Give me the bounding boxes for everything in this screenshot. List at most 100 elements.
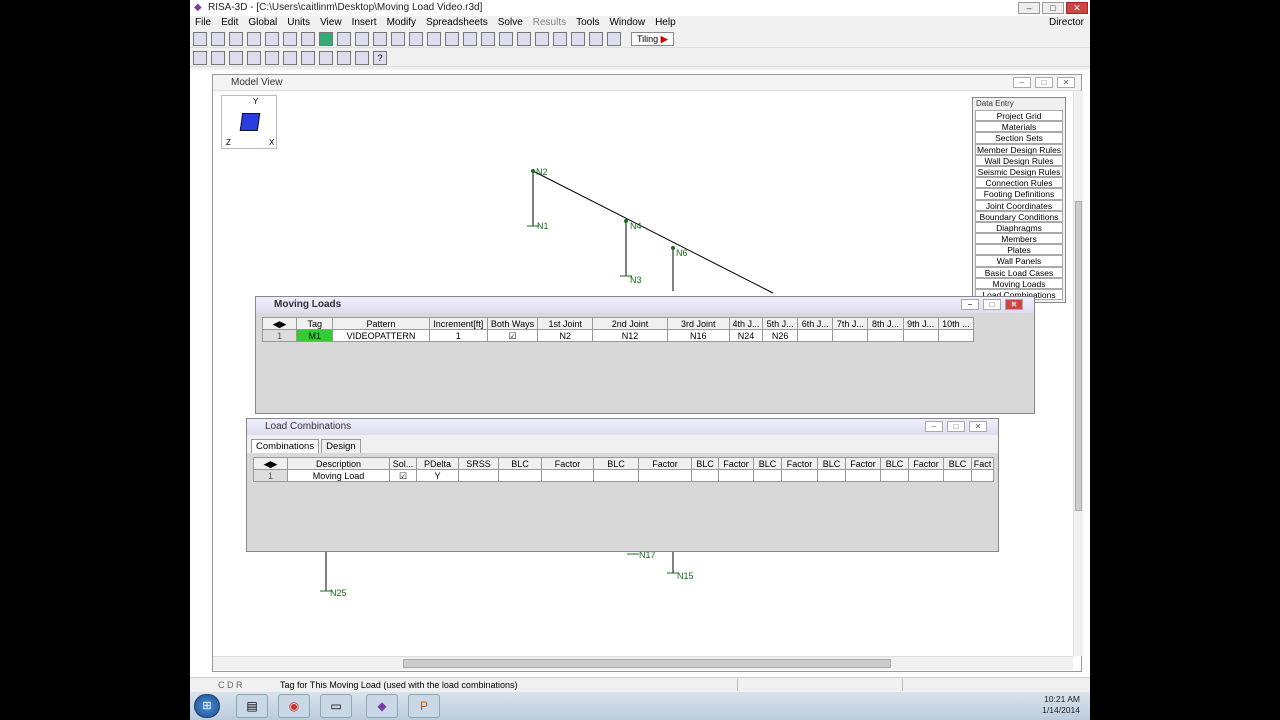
pattern-cell[interactable]: VIDEOPATTERN bbox=[332, 329, 430, 342]
lc-minimize-button[interactable]: – bbox=[925, 421, 943, 432]
menu-units[interactable]: Units bbox=[282, 16, 315, 30]
display-icon[interactable] bbox=[427, 31, 441, 46]
data-entry-plates[interactable]: Plates bbox=[975, 244, 1063, 256]
grid-icon[interactable] bbox=[337, 31, 351, 46]
menu-help[interactable]: Help bbox=[650, 16, 681, 30]
results-icon[interactable] bbox=[499, 31, 513, 46]
col-header[interactable]: BLC bbox=[753, 457, 782, 470]
factor-cell[interactable] bbox=[638, 469, 692, 482]
view-icon[interactable] bbox=[409, 31, 423, 46]
tiling-button[interactable]: Tiling ▶ bbox=[631, 31, 674, 46]
data-entry-seismic-design-rules[interactable]: Seismic Design Rules bbox=[975, 165, 1063, 178]
unselect-icon[interactable] bbox=[211, 50, 225, 65]
factor-cell[interactable] bbox=[971, 469, 994, 482]
col-header[interactable]: BLC bbox=[880, 457, 909, 470]
mv-restore-button[interactable]: □ bbox=[1035, 77, 1053, 88]
help-icon[interactable]: ? bbox=[373, 50, 387, 65]
data-entry-footing-definitions[interactable]: Footing Definitions bbox=[975, 188, 1063, 200]
blc-cell[interactable] bbox=[817, 469, 846, 482]
joint-cell[interactable] bbox=[937, 329, 975, 342]
find-icon[interactable] bbox=[553, 31, 567, 46]
lc-restore-button[interactable]: □ bbox=[947, 421, 965, 432]
joint-cell[interactable]: N26 bbox=[762, 329, 799, 342]
model-horizontal-scrollbar[interactable] bbox=[213, 656, 1073, 670]
col-header[interactable]: Factor bbox=[908, 457, 944, 470]
both-ways-checkbox[interactable]: ☑ bbox=[486, 329, 539, 342]
col-header[interactable]: Sol... bbox=[389, 457, 417, 470]
joint-cell[interactable]: N2 bbox=[537, 329, 594, 342]
blc-cell[interactable] bbox=[880, 469, 909, 482]
col-header[interactable]: 7th J... bbox=[832, 317, 869, 330]
factor-cell[interactable] bbox=[541, 469, 594, 482]
blc-cell[interactable] bbox=[691, 469, 719, 482]
blc-cell[interactable] bbox=[753, 469, 782, 482]
data-entry-boundary-conditions[interactable]: Boundary Conditions bbox=[975, 210, 1063, 222]
joint-cell[interactable]: N24 bbox=[728, 329, 764, 342]
explorer-icon[interactable]: ▤ bbox=[236, 694, 268, 718]
data-entry-member-design-rules[interactable]: Member Design Rules bbox=[975, 143, 1063, 155]
grid-nav-icon[interactable]: ◀▶ bbox=[253, 457, 288, 470]
erase-icon[interactable] bbox=[607, 31, 621, 46]
vertical-scroll-thumb[interactable] bbox=[1075, 201, 1082, 511]
blc-cell[interactable] bbox=[498, 469, 542, 482]
render-icon[interactable] bbox=[373, 31, 387, 46]
menu-tools[interactable]: Tools bbox=[571, 16, 604, 30]
horizontal-scroll-thumb[interactable] bbox=[403, 659, 891, 668]
undo-icon[interactable] bbox=[283, 31, 297, 46]
col-header[interactable]: 1st Joint bbox=[537, 317, 594, 330]
menu-file[interactable]: File bbox=[190, 16, 216, 30]
start-button[interactable]: ⊞ bbox=[194, 694, 220, 718]
close-button[interactable]: ✕ bbox=[1066, 2, 1088, 14]
description-cell[interactable]: Moving Load bbox=[287, 469, 390, 482]
joint-cell[interactable]: N12 bbox=[592, 329, 668, 342]
col-header[interactable]: 4th J... bbox=[728, 317, 764, 330]
col-header[interactable]: 10th ... bbox=[937, 317, 975, 330]
data-entry-basic-load-cases[interactable]: Basic Load Cases bbox=[975, 266, 1063, 278]
data-entry-materials[interactable]: Materials bbox=[975, 121, 1063, 133]
window-icon[interactable]: ▭ bbox=[320, 694, 352, 718]
col-header[interactable]: BLC bbox=[817, 457, 846, 470]
lock-icon[interactable] bbox=[229, 50, 243, 65]
joint-cell[interactable] bbox=[832, 329, 869, 342]
menu-edit[interactable]: Edit bbox=[216, 16, 243, 30]
ml-minimize-button[interactable]: – bbox=[961, 299, 979, 310]
spreadsheet-icon[interactable] bbox=[463, 31, 477, 46]
data-entry-joint-coordinates[interactable]: Joint Coordinates bbox=[975, 199, 1063, 211]
select-icon[interactable] bbox=[193, 50, 207, 65]
copy-icon[interactable] bbox=[247, 31, 261, 46]
save-file-icon[interactable] bbox=[229, 31, 243, 46]
col-header[interactable]: 3rd Joint bbox=[666, 317, 730, 330]
col-header[interactable]: 5th J... bbox=[762, 317, 799, 330]
col-header[interactable]: 6th J... bbox=[797, 317, 834, 330]
data-entry-moving-loads[interactable]: Moving Loads bbox=[975, 277, 1063, 289]
loads-icon[interactable] bbox=[517, 31, 531, 46]
col-header[interactable]: Factor bbox=[718, 457, 754, 470]
solve-checkbox[interactable]: ☑ bbox=[389, 469, 417, 482]
factor-cell[interactable] bbox=[718, 469, 754, 482]
print-icon[interactable] bbox=[265, 31, 279, 46]
properties-icon[interactable] bbox=[355, 50, 369, 65]
col-header[interactable]: 9th J... bbox=[902, 317, 939, 330]
menu-modify[interactable]: Modify bbox=[382, 16, 421, 30]
factor-cell[interactable] bbox=[908, 469, 944, 482]
lc-close-button[interactable]: ✕ bbox=[969, 421, 987, 432]
srss-cell[interactable] bbox=[458, 469, 499, 482]
joint-cell[interactable] bbox=[867, 329, 904, 342]
chrome-icon[interactable]: ◉ bbox=[278, 694, 310, 718]
joint-cell[interactable] bbox=[797, 329, 834, 342]
rotate-icon[interactable] bbox=[301, 50, 315, 65]
redo-icon[interactable] bbox=[301, 31, 315, 46]
data-entry-connection-rules[interactable]: Connection Rules bbox=[975, 177, 1063, 189]
zoom-icon[interactable] bbox=[247, 50, 261, 65]
data-entry-wall-design-rules[interactable]: Wall Design Rules bbox=[975, 154, 1063, 166]
data-entry-diaphragms[interactable]: Diaphragms bbox=[975, 221, 1063, 234]
col-header[interactable]: PDelta bbox=[416, 457, 459, 470]
col-header[interactable]: BLC bbox=[943, 457, 972, 470]
draw-icon[interactable] bbox=[337, 50, 351, 65]
col-header[interactable]: Both Ways bbox=[486, 317, 539, 330]
data-entry-wall-panels[interactable]: Wall Panels bbox=[975, 255, 1063, 267]
col-header[interactable]: 8th J... bbox=[867, 317, 904, 330]
mv-close-button[interactable]: ✕ bbox=[1057, 77, 1075, 88]
zoom-in-icon[interactable] bbox=[265, 50, 279, 65]
maximize-button[interactable]: □ bbox=[1042, 2, 1064, 14]
